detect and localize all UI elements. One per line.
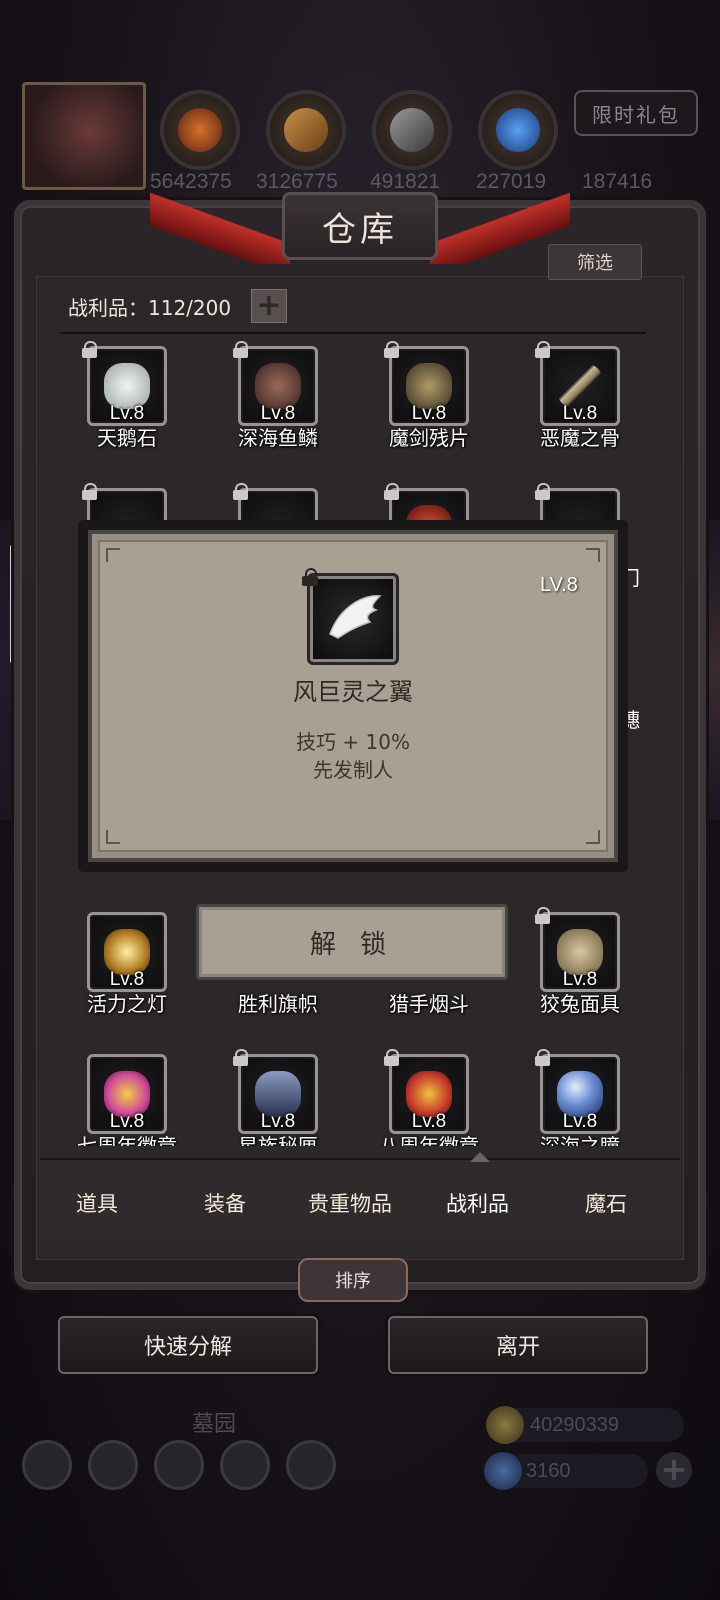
lock-icon xyxy=(535,907,550,924)
iron-resource-icon[interactable] xyxy=(372,90,452,170)
sort-button[interactable]: 排序 xyxy=(298,1258,408,1302)
item-name: 八周年徽章 xyxy=(379,1134,479,1146)
tab-items[interactable]: 道具 xyxy=(76,1188,118,1218)
item-name: 胜利旗帜 xyxy=(238,992,318,1016)
lock-icon xyxy=(82,341,97,358)
item-slot: Lv.8 xyxy=(87,1054,167,1134)
scroll-menu-icon[interactable] xyxy=(286,1440,336,1490)
popup-item-effect: 先发制人 xyxy=(313,758,393,782)
warehouse-title: 仓库 xyxy=(282,192,438,260)
wing-icon xyxy=(329,595,382,639)
crystal-resource-icon[interactable] xyxy=(478,90,558,170)
item-slot: Lv.8 xyxy=(82,341,167,426)
item-slot: Lv.8 xyxy=(384,1049,469,1134)
item-slot: Lv.8 xyxy=(87,912,167,992)
player-avatar[interactable] xyxy=(22,82,146,190)
star-menu-icon[interactable] xyxy=(88,1440,138,1490)
item-name: 星族秘匣 xyxy=(238,1134,318,1146)
resource-value: 187416 xyxy=(582,170,653,193)
corner-ornament xyxy=(106,548,120,562)
item-name: 活力之灯 xyxy=(87,992,167,1016)
inventory-item[interactable]: Lv.8 魔剑残片 xyxy=(354,341,504,450)
location-label: 墓园 xyxy=(192,1412,237,1437)
item-slot: Lv.8 xyxy=(535,907,620,992)
inventory-item[interactable]: Lv.8 星族秘匣 xyxy=(203,1049,353,1146)
lock-icon xyxy=(384,483,399,500)
orange-resource-icon[interactable] xyxy=(160,90,240,170)
expand-capacity-button[interactable]: + xyxy=(251,289,287,323)
item-name: 七周年徽章 xyxy=(77,1134,177,1146)
popup-item-stat: 技巧 + 10% xyxy=(296,730,410,754)
item-slot: Lv.8 xyxy=(535,341,620,426)
inventory-item[interactable]: Lv.8 天鹅石 xyxy=(52,341,202,450)
mail-icon[interactable] xyxy=(220,1440,270,1490)
inventory-item[interactable]: Lv.8 狡兔面具 xyxy=(505,907,655,1016)
inventory-item[interactable]: Lv.8 恶魔之骨 xyxy=(505,341,655,450)
popup-item-name: 风巨灵之翼 xyxy=(293,678,413,706)
item-name: 恶魔之骨 xyxy=(540,426,620,450)
filter-button[interactable]: 筛选 xyxy=(548,244,642,280)
limited-gift-button[interactable]: 限时礼包 xyxy=(574,90,698,136)
item-name: 深海之瞳 xyxy=(540,1134,620,1146)
lock-icon xyxy=(384,1049,399,1066)
corner-ornament xyxy=(106,830,120,844)
gold-coin-icon xyxy=(486,1406,524,1444)
lock-icon xyxy=(233,483,248,500)
tab-valuables[interactable]: 贵重物品 xyxy=(308,1188,392,1218)
grid-menu-icon[interactable] xyxy=(154,1440,204,1490)
item-slot: Lv.8 xyxy=(535,1049,620,1134)
corner-ornament xyxy=(586,548,600,562)
tab-spoils[interactable]: 战利品 xyxy=(446,1188,509,1218)
item-name: 猎手烟斗 xyxy=(389,992,469,1016)
lock-icon xyxy=(233,1049,248,1066)
gold-value: 40290339 xyxy=(530,1414,619,1436)
item-name: 魔剑残片 xyxy=(389,426,469,450)
item-slot: Lv.8 xyxy=(233,1049,318,1134)
tab-equipment[interactable]: 装备 xyxy=(204,1188,246,1218)
lock-icon xyxy=(384,341,399,358)
lock-icon xyxy=(82,483,97,500)
quick-decompose-button[interactable]: 快速分解 xyxy=(58,1316,318,1374)
inventory-item[interactable]: Lv.8 八周年徽章 xyxy=(354,1049,504,1146)
item-name: 天鹅石 xyxy=(97,426,157,450)
inventory-item[interactable]: Lv.8 活力之灯 xyxy=(52,912,202,1016)
divider xyxy=(60,332,646,334)
active-tab-indicator xyxy=(470,1150,490,1162)
popup-item-level: LV.8 xyxy=(540,574,578,596)
inventory-item[interactable]: Lv.8 深海鱼鳞 xyxy=(203,341,353,450)
item-slot: Lv.8 xyxy=(384,341,469,426)
lock-icon xyxy=(233,341,248,358)
lock-icon xyxy=(302,568,318,586)
lock-icon xyxy=(535,341,550,358)
item-name: 深海鱼鳞 xyxy=(238,426,318,450)
lock-icon xyxy=(535,483,550,500)
tab-magic-stones[interactable]: 魔石 xyxy=(585,1188,627,1218)
item-row-clip: Lv.8 七周年徽章 Lv.8 星族秘匣 Lv.8 八周年徽章 Lv.8 深海之… xyxy=(60,1046,650,1146)
add-gem-button[interactable]: + xyxy=(656,1452,692,1488)
gem-icon xyxy=(484,1452,522,1490)
unlock-button[interactable]: 解 锁 xyxy=(196,904,508,980)
spoils-capacity: 战利品：112/200 xyxy=(68,296,232,320)
inventory-item[interactable]: Lv.8 深海之瞳 xyxy=(505,1049,650,1146)
red-horn-decoration xyxy=(150,184,290,264)
leave-button[interactable]: 离开 xyxy=(388,1316,648,1374)
settings-gear-icon[interactable] xyxy=(22,1440,72,1490)
item-slot: Lv.8 xyxy=(233,341,318,426)
corner-ornament xyxy=(586,830,600,844)
wood-resource-icon[interactable] xyxy=(266,90,346,170)
popup-item-slot xyxy=(307,573,399,665)
inventory-item[interactable]: Lv.8 七周年徽章 xyxy=(60,1054,202,1146)
item-name: 狡兔面具 xyxy=(540,992,620,1016)
lock-icon xyxy=(535,1049,550,1066)
gem-value: 3160 xyxy=(526,1460,571,1482)
